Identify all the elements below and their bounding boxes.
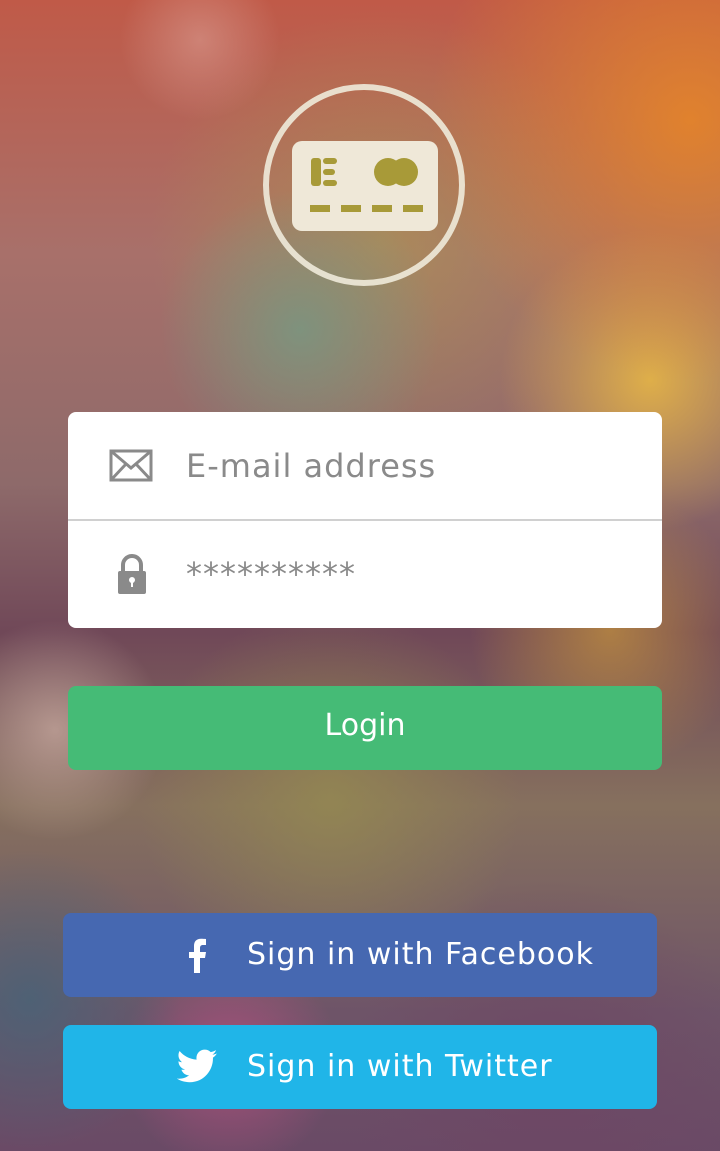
login-button[interactable]: Login — [68, 686, 662, 770]
facebook-signin-label: Sign in with Facebook — [247, 937, 595, 972]
twitter-signin-label: Sign in with Twitter — [247, 1049, 553, 1084]
twitter-signin-button[interactable]: Sign in with Twitter — [63, 1025, 657, 1109]
envelope-icon — [109, 449, 153, 482]
lock-icon — [118, 554, 146, 594]
twitter-icon — [176, 1049, 218, 1083]
login-screen: E-mail address ********** Login Sign in … — [0, 0, 720, 1151]
password-field[interactable]: ********** — [68, 520, 662, 628]
password-value: ********** — [186, 555, 356, 593]
email-placeholder: E-mail address — [186, 447, 437, 485]
facebook-signin-button[interactable]: Sign in with Facebook — [63, 913, 657, 997]
email-field[interactable]: E-mail address — [68, 412, 662, 520]
credit-card-icon — [292, 141, 438, 231]
facebook-icon — [189, 938, 206, 973]
login-form: E-mail address ********** — [68, 412, 662, 628]
